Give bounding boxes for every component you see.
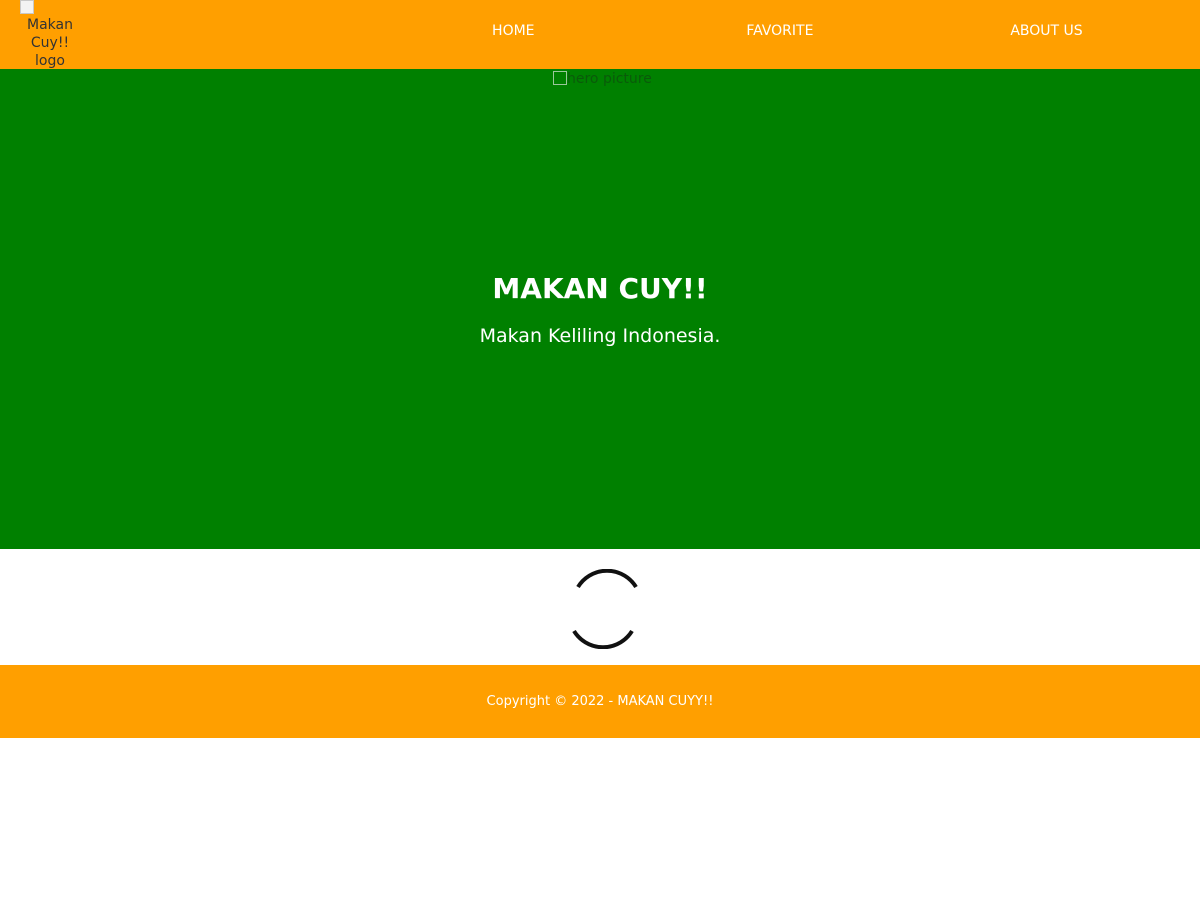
- main-nav: HOME FAVORITE ABOUT US: [380, 0, 1180, 62]
- hero-image-alt-text: hero picture: [567, 71, 652, 87]
- broken-image-icon: [20, 0, 34, 14]
- copyright-text: Copyright © 2022 - MAKAN CUYY!!: [486, 694, 714, 709]
- hero: hero picture MAKAN CUY!! Makan Keliling …: [0, 69, 1200, 549]
- broken-image-icon: [553, 71, 567, 85]
- nav-home[interactable]: HOME: [380, 0, 647, 62]
- nav-about-us[interactable]: ABOUT US: [913, 0, 1180, 62]
- hero-image: hero picture: [553, 70, 652, 88]
- hero-title: MAKAN CUY!!: [492, 272, 708, 305]
- logo-alt-text: Makan Cuy!! logo: [27, 17, 73, 69]
- nav-favorite[interactable]: FAVORITE: [647, 0, 914, 62]
- footer: Copyright © 2022 - MAKAN CUYY!!: [0, 665, 1200, 738]
- loading-spinner-icon: [572, 569, 638, 649]
- hero-tagline: Makan Keliling Indonesia.: [479, 325, 721, 347]
- logo[interactable]: Makan Cuy!! logo: [20, 0, 80, 69]
- main-content: [0, 549, 1200, 665]
- app-bar: Makan Cuy!! logo HOME FAVORITE ABOUT US: [0, 0, 1200, 69]
